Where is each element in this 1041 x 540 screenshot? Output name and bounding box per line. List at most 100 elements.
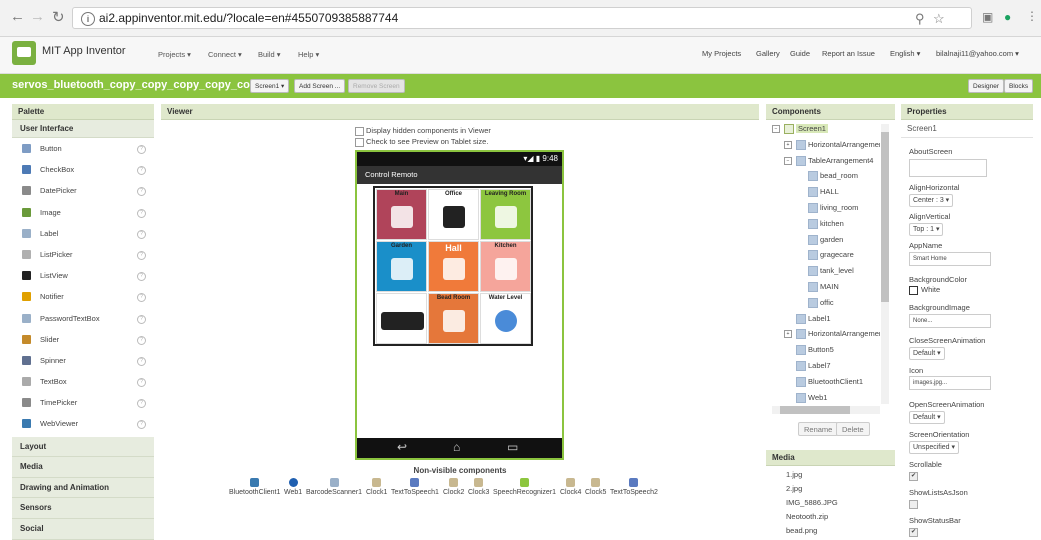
room-tile-garden[interactable]: Garden bbox=[376, 241, 427, 292]
about-screen-textarea[interactable] bbox=[909, 159, 987, 177]
media-file-item[interactable]: bead.png bbox=[786, 526, 817, 535]
language-menu[interactable]: English ▾ bbox=[890, 49, 920, 58]
add-screen-button[interactable]: Add Screen ... bbox=[294, 79, 346, 93]
address-bar[interactable]: i ai2.appinventor.mit.edu/?locale=en#4550… bbox=[72, 7, 972, 29]
scroll-thumb[interactable] bbox=[780, 406, 850, 414]
tree-node-button5[interactable]: Button5 bbox=[796, 345, 834, 356]
help-icon[interactable]: ? bbox=[137, 420, 146, 430]
rename-button[interactable]: Rename bbox=[798, 422, 839, 436]
kebab-menu-icon[interactable]: ⋮ bbox=[1026, 9, 1038, 23]
designer-button[interactable]: Designer bbox=[968, 79, 1005, 93]
tree-node-main[interactable]: MAIN bbox=[808, 282, 839, 293]
palette-category-user-interface[interactable]: User Interface bbox=[12, 120, 154, 138]
tree-node-gragecare[interactable]: gragecare bbox=[808, 250, 854, 261]
tree-node-kitchen[interactable]: kitchen bbox=[808, 219, 844, 229]
menu-help[interactable]: Help ▾ bbox=[298, 50, 319, 59]
scrollable-checkbox[interactable]: ✔ bbox=[909, 472, 918, 481]
room-tile-leaving-room[interactable]: Leaving Room bbox=[480, 189, 531, 240]
align-vertical-dropdown[interactable]: Top : 1 ▾ bbox=[909, 223, 944, 236]
media-file-item[interactable]: 1.jpg bbox=[786, 470, 802, 479]
screen-select[interactable]: Screen1 ▾ bbox=[250, 79, 290, 93]
checkbox-box[interactable] bbox=[355, 126, 364, 136]
tree-node-tank_level[interactable]: tank_level bbox=[808, 266, 854, 277]
room-tile-water-level[interactable]: Water Level bbox=[480, 293, 531, 344]
checkbox-box[interactable] bbox=[355, 137, 364, 147]
app-name-input[interactable]: Smart Home bbox=[909, 252, 991, 266]
link-guide[interactable]: Guide bbox=[790, 49, 810, 58]
room-tile-garage[interactable] bbox=[376, 293, 427, 344]
palette-category-sensors[interactable]: Sensors bbox=[12, 498, 154, 519]
align-horizontal-dropdown[interactable]: Center : 3 ▾ bbox=[909, 194, 954, 207]
remove-screen-button[interactable]: Remove Screen bbox=[348, 79, 405, 93]
tree-node-bluetoothclient1[interactable]: BluetoothClient1 bbox=[796, 377, 863, 387]
tree-node-screen1[interactable]: − Screen1 bbox=[772, 124, 828, 135]
media-file-item[interactable]: Neotooth.zip bbox=[786, 512, 828, 521]
info-icon[interactable]: i bbox=[81, 11, 95, 26]
help-icon[interactable]: ? bbox=[137, 378, 146, 388]
tree-horizontal-scrollbar[interactable] bbox=[772, 406, 880, 414]
menu-build[interactable]: Build ▾ bbox=[258, 50, 281, 59]
link-gallery[interactable]: Gallery bbox=[756, 49, 780, 58]
blocks-button[interactable]: Blocks bbox=[1004, 79, 1034, 93]
palette-item-textbox[interactable]: TextBox? bbox=[12, 371, 154, 392]
forward-icon[interactable]: → bbox=[30, 8, 45, 25]
tree-vertical-scrollbar[interactable] bbox=[881, 124, 889, 404]
screen-orientation-dropdown[interactable]: Unspecified ▾ bbox=[909, 441, 960, 454]
room-tile-kitchen[interactable]: Kitchen bbox=[480, 241, 531, 292]
star-icon[interactable]: ☆ bbox=[933, 9, 945, 29]
tree-node-horizontalarrangement[interactable]: + HorizontalArrangement bbox=[784, 329, 880, 340]
nonvisible-clock2[interactable]: Clock2 bbox=[443, 478, 464, 496]
palette-item-passwordtextbox[interactable]: PasswordTextBox? bbox=[12, 308, 154, 329]
tablet-preview-checkbox[interactable]: Check to see Preview on Tablet size. bbox=[355, 137, 488, 147]
palette-item-label[interactable]: Label? bbox=[12, 223, 154, 244]
tree-node-tablearrangement4[interactable]: − TableArrangement4 bbox=[784, 156, 873, 166]
extension-green-icon[interactable]: ● bbox=[1004, 10, 1011, 24]
show-lists-json-checkbox[interactable] bbox=[909, 500, 918, 509]
delete-button[interactable]: Delete bbox=[836, 422, 870, 436]
help-icon[interactable]: ? bbox=[137, 293, 146, 303]
close-animation-dropdown[interactable]: Default ▾ bbox=[909, 347, 945, 360]
palette-category-layout[interactable]: Layout bbox=[12, 436, 154, 458]
nonvisible-clock4[interactable]: Clock4 bbox=[560, 478, 581, 496]
help-icon[interactable]: ? bbox=[137, 356, 146, 366]
collapse-icon[interactable]: − bbox=[772, 125, 780, 134]
room-tile-office[interactable]: Office bbox=[428, 189, 479, 240]
palette-category-drawing-and-animation[interactable]: Drawing and Animation bbox=[12, 477, 154, 499]
help-icon[interactable]: ? bbox=[137, 272, 146, 282]
help-icon[interactable]: ? bbox=[137, 208, 146, 218]
palette-item-image[interactable]: Image? bbox=[12, 202, 154, 223]
nonvisible-web1[interactable]: Web1 bbox=[284, 478, 302, 496]
help-icon[interactable]: ? bbox=[137, 166, 146, 176]
tree-node-horizontalarrangement[interactable]: + HorizontalArrangement bbox=[784, 140, 880, 150]
nonvisible-speechrecognizer1[interactable]: SpeechRecognizer1 bbox=[493, 478, 556, 496]
palette-item-notifier[interactable]: Notifier? bbox=[12, 286, 154, 307]
expand-icon[interactable]: + bbox=[784, 330, 792, 339]
help-icon[interactable]: ? bbox=[137, 187, 146, 197]
help-icon[interactable]: ? bbox=[137, 314, 146, 324]
media-file-item[interactable]: IMG_5886.JPG bbox=[786, 498, 838, 507]
link-my-projects[interactable]: My Projects bbox=[702, 49, 741, 58]
background-image-input[interactable]: None... bbox=[909, 314, 991, 328]
app-inventor-logo-icon[interactable] bbox=[12, 41, 36, 65]
expand-icon[interactable]: + bbox=[784, 140, 792, 149]
background-color-swatch[interactable]: White bbox=[909, 285, 940, 295]
palette-category-media[interactable]: Media bbox=[12, 457, 154, 478]
media-file-item[interactable]: 2.jpg bbox=[786, 484, 802, 493]
tree-node-offic[interactable]: offic bbox=[808, 298, 834, 308]
zoom-icon[interactable]: ⚲ bbox=[915, 9, 925, 29]
account-menu[interactable]: bilalnaji11@yahoo.com ▾ bbox=[936, 49, 1019, 58]
tree-node-hall[interactable]: HALL bbox=[808, 187, 839, 198]
tree-node-bead_room[interactable]: bead_room bbox=[808, 171, 858, 182]
home-nav-icon[interactable]: ⌂ bbox=[453, 440, 460, 454]
nonvisible-clock3[interactable]: Clock3 bbox=[468, 478, 489, 496]
recents-nav-icon[interactable]: ▭ bbox=[507, 440, 518, 454]
nonvisible-barcodescanner1[interactable]: BarcodeScanner1 bbox=[306, 478, 362, 496]
menu-connect[interactable]: Connect ▾ bbox=[208, 50, 242, 59]
nonvisible-texttospeech1[interactable]: TextToSpeech1 bbox=[391, 478, 439, 496]
room-tile-bead-room[interactable]: Bead Room bbox=[428, 293, 479, 344]
reload-icon[interactable]: ↻ bbox=[52, 8, 65, 26]
help-icon[interactable]: ? bbox=[137, 335, 146, 345]
room-tile-main[interactable]: Main bbox=[376, 189, 427, 240]
brand-title[interactable]: MIT App Inventor bbox=[42, 45, 126, 57]
palette-item-timepicker[interactable]: TimePicker? bbox=[12, 392, 154, 413]
